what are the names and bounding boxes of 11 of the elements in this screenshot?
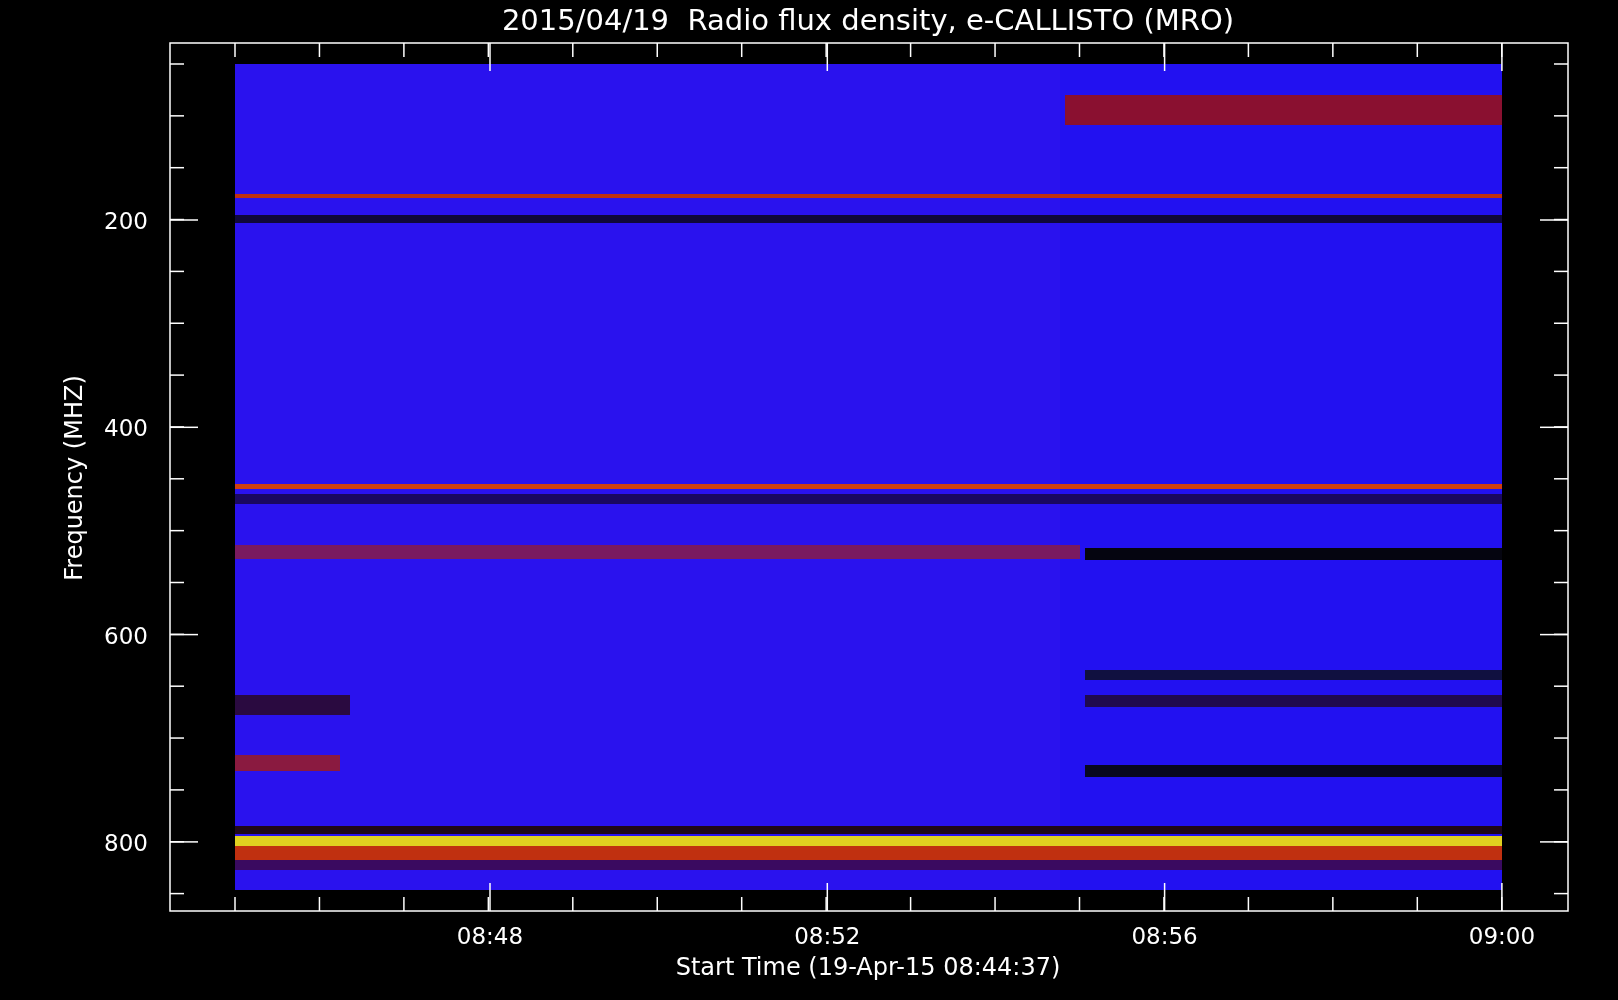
chart-title: 2015/04/19 Radio flux density, e-CALLISTO (MRO) — [501, 3, 1235, 37]
x-tick-label: 09:00 — [1468, 923, 1536, 949]
x-tick-label: 08:52 — [794, 923, 861, 949]
y-tick-label: 200 — [104, 208, 148, 234]
x-axis-label: Start Time (19-Apr-15 08:44:37) — [675, 953, 1061, 981]
y-tick-label: 400 — [104, 415, 148, 442]
y-tick-label: 800 — [104, 829, 148, 856]
x-tick-label: 08:56 — [1131, 923, 1198, 949]
y-tick-label: 600 — [104, 622, 148, 649]
x-tick-label: 08:48 — [456, 923, 524, 949]
y-axis-label: Frequency (MHZ) — [60, 375, 88, 581]
